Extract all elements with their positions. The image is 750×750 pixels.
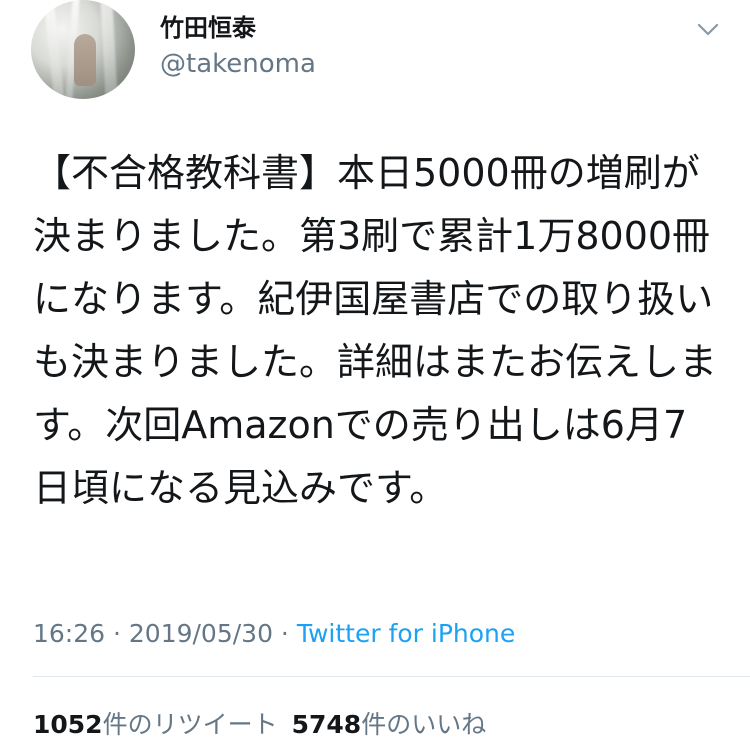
tweet-metadata: 16:26 · 2019/05/30 · Twitter for iPhone	[33, 617, 515, 651]
avatar-waterfall-streak	[100, 0, 118, 99]
meta-separator: ·	[272, 619, 297, 648]
retweets-count: 1052	[33, 710, 103, 739]
avatar[interactable]	[31, 0, 135, 99]
retweets-stat[interactable]: 1052件のリツイート	[33, 710, 278, 739]
likes-count: 5748	[291, 710, 362, 739]
tweet-stats: 1052件のリツイート 5748件のいいね	[33, 708, 486, 742]
retweets-label: 件のリツイート	[102, 710, 278, 739]
avatar-waterfall-streak	[43, 0, 65, 99]
avatar-figure	[74, 34, 96, 86]
likes-label: 件のいいね	[361, 710, 487, 739]
user-handle[interactable]: @takenoma	[160, 48, 316, 80]
tweet-time: 16:26	[33, 619, 106, 648]
tweet-date: 2019/05/30	[128, 619, 273, 648]
user-display-name[interactable]: 竹田恒泰	[160, 13, 256, 43]
chevron-down-icon[interactable]	[697, 20, 719, 40]
meta-separator: ·	[105, 619, 129, 648]
tweet-source-link[interactable]: Twitter for iPhone	[297, 619, 515, 648]
divider	[33, 676, 750, 677]
tweet-text: 【不合格教科書】本日5000冊の増刷が決まりました。第3刷で累計1万8000冊に…	[33, 151, 718, 510]
likes-stat[interactable]: 5748件のいいね	[292, 710, 487, 739]
tweet-detail: 竹田恒泰 @takenoma 【不合格教科書】本日5000冊の増刷が決まりました…	[0, 0, 750, 750]
